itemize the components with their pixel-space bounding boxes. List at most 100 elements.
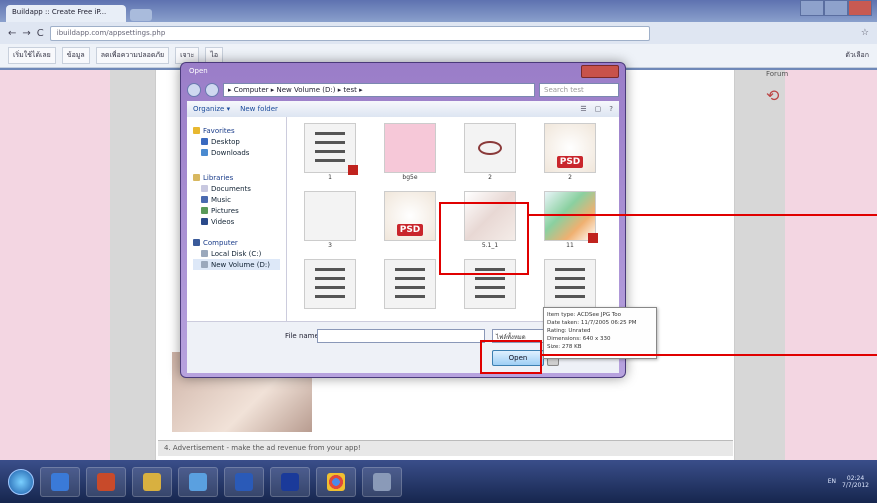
file-thumbnail <box>544 259 596 309</box>
drive-icon <box>201 261 208 268</box>
nav-favorites[interactable]: Favorites <box>193 125 280 136</box>
language-indicator[interactable]: EN <box>828 478 836 485</box>
taskbar-app[interactable] <box>270 466 310 497</box>
taskbar-app[interactable] <box>224 466 264 497</box>
file-thumbnail <box>544 191 598 243</box>
file-item[interactable]: 1 <box>295 123 365 185</box>
breadcrumb[interactable]: ▸ Computer ▸ New Volume (D:) ▸ test ▸ <box>223 83 535 97</box>
file-item[interactable] <box>295 259 365 321</box>
document-line <box>555 295 585 298</box>
search-input[interactable]: Search test <box>539 83 619 97</box>
tooltip-line: Item type: ACDSee JPG Too <box>547 312 622 318</box>
maximize-button[interactable] <box>824 0 848 16</box>
file-item[interactable]: 2 <box>455 123 525 185</box>
document-line <box>475 277 505 280</box>
forward-icon[interactable] <box>205 83 219 97</box>
library-icon <box>193 174 200 181</box>
documents-icon <box>201 185 208 192</box>
chrome-taskbar-icon[interactable] <box>316 466 356 497</box>
file-item[interactable]: PSD <box>375 191 445 253</box>
tooltip-line: Dimensions: 640 x 330 <box>547 336 611 342</box>
bookmark-item[interactable]: เริ่มใช้ได้เลย <box>8 47 56 64</box>
back-icon[interactable]: ← <box>8 28 16 39</box>
nav-computer[interactable]: Computer <box>193 237 280 248</box>
file-item[interactable] <box>375 259 445 321</box>
forward-icon[interactable]: → <box>22 28 30 39</box>
file-name: 11 <box>566 242 574 249</box>
tooltip-line: Rating: Unrated <box>547 328 591 334</box>
taskbar-app[interactable] <box>132 466 172 497</box>
taskbar-app[interactable] <box>362 466 402 497</box>
nav-local-disk[interactable]: Local Disk (C:) <box>193 248 280 259</box>
nav-documents[interactable]: Documents <box>193 183 280 194</box>
document-line <box>315 295 345 298</box>
nav-libraries[interactable]: Libraries <box>193 172 280 183</box>
file-thumbnail <box>304 191 356 241</box>
clock[interactable]: 02:24 7/7/2012 <box>842 475 869 489</box>
pdf-icon <box>588 233 598 243</box>
close-window-button[interactable] <box>848 0 872 16</box>
file-item[interactable]: bg5e <box>375 123 445 185</box>
navigation-pane: Favorites Desktop Downloads Libraries Do… <box>187 117 287 321</box>
browser-toolbar: ← → C ibuildapp.com/appsettings.php ☆ <box>0 22 877 44</box>
document-line <box>555 277 585 280</box>
reload-icon[interactable]: C <box>37 28 44 39</box>
file-tooltip: Item type: ACDSee JPG Too Date taken: 11… <box>543 307 657 359</box>
nav-pictures[interactable]: Pictures <box>193 205 280 216</box>
file-name: 1 <box>328 174 332 181</box>
document-line <box>395 277 425 280</box>
browser-tab[interactable]: Buildapp :: Create Free iP... <box>6 5 126 22</box>
system-tray: EN 02:24 7/7/2012 <box>828 475 869 489</box>
psd-icon: PSD <box>556 156 584 168</box>
forum-icon[interactable]: ⟲ <box>766 86 826 105</box>
desktop-icon <box>201 138 208 145</box>
back-icon[interactable] <box>187 83 201 97</box>
computer-icon <box>193 239 200 246</box>
nav-new-volume[interactable]: New Volume (D:) <box>193 259 280 270</box>
file-name: bg5e <box>402 174 418 181</box>
document-line <box>315 132 345 135</box>
star-icon <box>193 127 200 134</box>
new-tab-button[interactable] <box>130 9 152 21</box>
organize-button[interactable]: Organize ▾ <box>193 105 230 113</box>
tooltip-line: Date taken: 11/7/2005 06:25 PM <box>547 320 637 326</box>
forum-panel: Forum ⟲ <box>766 70 826 150</box>
dialog-title: Open <box>189 67 208 75</box>
preview-pane-icon[interactable]: ▢ <box>595 105 602 113</box>
file-item[interactable]: PSD 2 <box>535 123 605 185</box>
nav-desktop[interactable]: Desktop <box>193 136 280 147</box>
document-line <box>395 268 425 271</box>
start-button[interactable] <box>8 468 34 495</box>
nav-downloads[interactable]: Downloads <box>193 147 280 158</box>
new-folder-button[interactable]: New folder <box>240 105 278 113</box>
taskbar-app[interactable] <box>86 466 126 497</box>
nav-videos[interactable]: Videos <box>193 216 280 227</box>
file-thumbnail <box>304 123 358 175</box>
window-controls <box>800 0 872 16</box>
dialog-close-button[interactable] <box>581 65 619 78</box>
nav-music[interactable]: Music <box>193 194 280 205</box>
taskbar-app[interactable] <box>178 466 218 497</box>
command-bar: Organize ▾ New folder ☰ ▢ ? <box>187 101 619 117</box>
file-name: 3 <box>328 242 332 249</box>
document-line <box>555 286 585 289</box>
star-icon[interactable]: ☆ <box>861 28 869 38</box>
document-line <box>315 150 345 153</box>
help-icon[interactable]: ? <box>609 105 613 113</box>
file-thumbnail <box>464 123 516 173</box>
bookmark-item[interactable]: ข้อมูล <box>61 47 90 64</box>
minimize-button[interactable] <box>800 0 824 16</box>
view-icon[interactable]: ☰ <box>580 105 586 113</box>
file-item[interactable]: 3 <box>295 191 365 253</box>
other-bookmarks[interactable]: ตัวเลือก <box>845 50 869 61</box>
file-item[interactable]: 11 <box>535 191 605 253</box>
taskbar-app[interactable] <box>40 466 80 497</box>
highlight-line-open <box>542 354 877 356</box>
file-name-input[interactable] <box>317 329 485 343</box>
highlight-line-file <box>529 214 877 216</box>
address-row: ▸ Computer ▸ New Volume (D:) ▸ test ▸ Se… <box>187 81 619 99</box>
bookmark-item[interactable]: ลดเพื่อความปลอดภัย <box>95 47 170 64</box>
document-line <box>395 286 425 289</box>
address-bar[interactable]: ibuildapp.com/appsettings.php <box>49 25 650 41</box>
psd-icon: PSD <box>396 224 424 236</box>
